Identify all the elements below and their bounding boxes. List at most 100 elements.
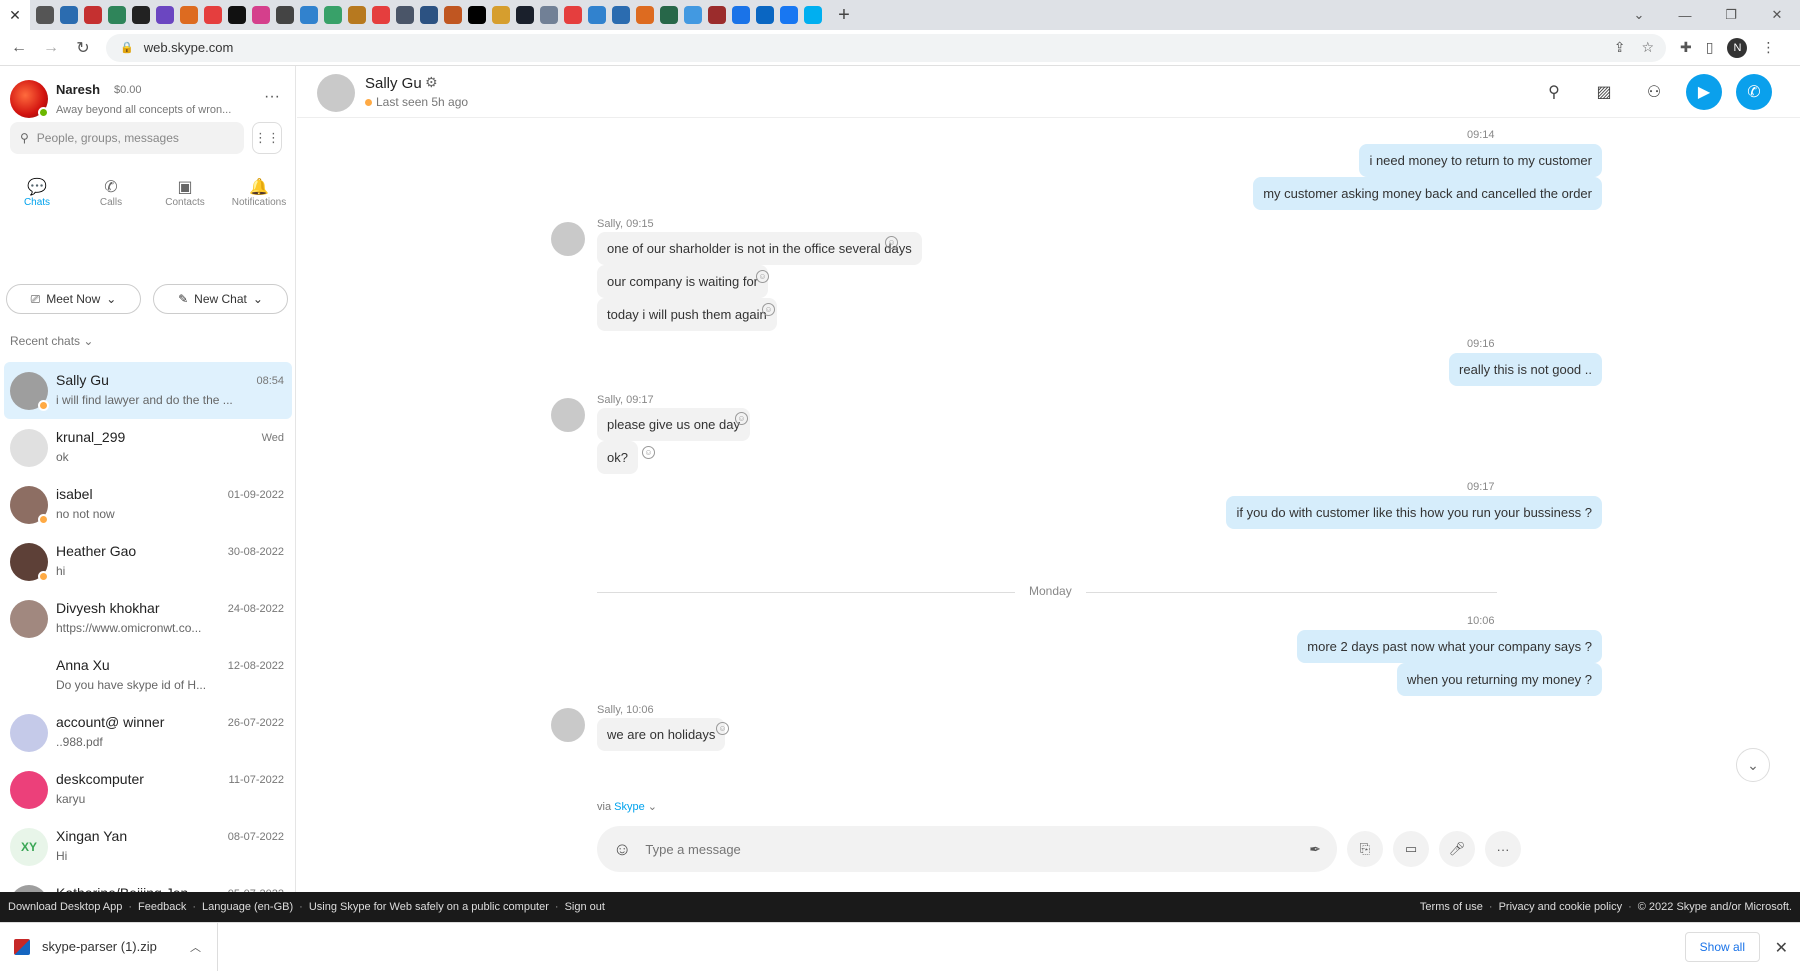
format-pen-icon[interactable]: ✒ bbox=[1309, 841, 1321, 858]
pinned-tab-icon[interactable] bbox=[252, 6, 270, 24]
pinned-tab-icon[interactable] bbox=[84, 6, 102, 24]
chevron-up-icon[interactable]: ︿ bbox=[190, 939, 201, 955]
tab-calls[interactable]: ✆ Calls bbox=[74, 170, 148, 214]
scroll-to-bottom-button[interactable]: ⌄ bbox=[1736, 748, 1770, 782]
microphone-button[interactable]: 🎤︎ bbox=[1439, 831, 1475, 867]
search-input[interactable]: ⚲ People, groups, messages bbox=[10, 122, 244, 154]
incoming-message[interactable]: one of our sharholder is not in the offi… bbox=[597, 232, 922, 265]
pinned-tab-icon[interactable] bbox=[420, 6, 438, 24]
tab-notifications[interactable]: 🔔 Notifications bbox=[222, 170, 295, 214]
pinned-tab-icon[interactable] bbox=[180, 6, 198, 24]
minimize-icon[interactable]: — bbox=[1662, 8, 1708, 23]
outgoing-message[interactable]: more 2 days past now what your company s… bbox=[1297, 630, 1602, 663]
chat-list-item[interactable]: Heather Gao hi 30-08-2022 bbox=[4, 533, 292, 590]
incoming-message[interactable]: today i will push them again bbox=[597, 298, 777, 331]
incoming-message[interactable]: please give us one day bbox=[597, 408, 750, 441]
tab-contacts[interactable]: ▣ Contacts bbox=[148, 170, 222, 214]
footer-link[interactable]: Terms of use bbox=[1420, 901, 1483, 913]
contact-avatar[interactable] bbox=[10, 885, 48, 892]
meet-now-button[interactable]: ⎚ Meet Now ⌄ bbox=[6, 284, 141, 314]
download-item[interactable]: skype-parser (1).zip ︿ bbox=[0, 922, 218, 971]
footer-link[interactable]: Sign out bbox=[565, 901, 605, 913]
sender-avatar[interactable] bbox=[551, 222, 585, 256]
video-call-button[interactable]: ▶ bbox=[1686, 74, 1722, 110]
more-options-button[interactable]: ··· bbox=[1485, 831, 1521, 867]
back-icon[interactable]: ← bbox=[6, 35, 32, 61]
extensions-icon[interactable]: ✚ bbox=[1680, 39, 1692, 56]
gallery-icon[interactable]: ▨ bbox=[1586, 74, 1622, 110]
profile-avatar[interactable]: N bbox=[1727, 37, 1748, 58]
pinned-tab-icon[interactable] bbox=[204, 6, 222, 24]
url-field[interactable]: 🔒 web.skype.com ⇪ ☆ bbox=[106, 33, 1666, 62]
chat-list-item[interactable]: Anna Xu Do you have skype id of H... 12-08… bbox=[4, 647, 292, 704]
contact-avatar[interactable] bbox=[10, 771, 48, 809]
pinned-tab-icon[interactable] bbox=[636, 6, 654, 24]
contact-avatar[interactable] bbox=[10, 600, 48, 638]
contact-avatar[interactable]: XY bbox=[10, 828, 48, 866]
tab-chats[interactable]: 💬 Chats bbox=[0, 170, 74, 214]
pinned-tab-icon[interactable] bbox=[348, 6, 366, 24]
pinned-tab-icon[interactable] bbox=[36, 6, 54, 24]
tab-search-icon[interactable]: ⌄ bbox=[1616, 7, 1662, 23]
message-input-box[interactable]: ☺ ✒ bbox=[597, 826, 1337, 872]
pinned-tab-icon[interactable] bbox=[132, 6, 150, 24]
pinned-tab-icon[interactable] bbox=[444, 6, 462, 24]
sender-avatar[interactable] bbox=[551, 398, 585, 432]
pinned-tab-icon[interactable] bbox=[684, 6, 702, 24]
pinned-tab-icon[interactable] bbox=[540, 6, 558, 24]
reload-icon[interactable]: ↻ bbox=[70, 35, 96, 61]
message-input[interactable] bbox=[645, 841, 1246, 857]
close-window-icon[interactable]: ✕ bbox=[1754, 7, 1800, 23]
chat-list-item[interactable]: krunal_299 ok Wed bbox=[4, 419, 292, 476]
reaction-smiley-icon[interactable]: ☺ bbox=[735, 412, 748, 425]
incoming-message[interactable]: we are on holidays bbox=[597, 718, 726, 751]
emoji-icon[interactable]: ☺ bbox=[613, 839, 631, 860]
chat-list-item[interactable]: Katherine/Beijing Jen...ok05-07-2022 bbox=[4, 875, 292, 892]
new-chat-button[interactable]: ✎ New Chat ⌄ bbox=[153, 284, 288, 314]
pinned-tab-icon[interactable] bbox=[324, 6, 342, 24]
pinned-tab-icon[interactable] bbox=[660, 6, 678, 24]
pinned-tab-icon[interactable] bbox=[372, 6, 390, 24]
new-tab-button[interactable]: + bbox=[832, 4, 856, 27]
contact-avatar[interactable] bbox=[10, 714, 48, 752]
chat-list-item[interactable]: Sally Gu i will find lawyer and do the th… bbox=[4, 362, 292, 419]
pinned-tab-icon[interactable] bbox=[108, 6, 126, 24]
contact-avatar[interactable] bbox=[10, 429, 48, 467]
show-all-button[interactable]: Show all bbox=[1684, 932, 1760, 962]
chat-list-item[interactable]: XY Xingan Yan Hi 08-07-2022 bbox=[4, 818, 292, 875]
bookmark-star-icon[interactable]: ☆ bbox=[1641, 39, 1654, 56]
contact-avatar[interactable] bbox=[317, 74, 355, 112]
contact-card-button[interactable]: ▭ bbox=[1393, 831, 1429, 867]
pinned-tab-icon[interactable] bbox=[756, 6, 774, 24]
outgoing-message[interactable]: if you do with customer like this how yo… bbox=[1226, 496, 1602, 529]
reaction-smiley-icon[interactable]: ☺ bbox=[642, 446, 655, 459]
pinned-tab-icon[interactable] bbox=[804, 6, 822, 24]
chat-list-item[interactable]: account@ winner ..988.pdf 26-07-2022 bbox=[4, 704, 292, 761]
footer-link[interactable]: Language (en-GB) bbox=[202, 901, 293, 913]
chat-list-item[interactable]: Divyesh khokhar https://www.omicronwt.co.… bbox=[4, 590, 292, 647]
skype-credit[interactable]: $0.00 bbox=[114, 84, 142, 96]
dialpad-icon[interactable]: ⋮⋮ bbox=[252, 122, 282, 154]
pinned-tab-icon[interactable] bbox=[228, 6, 246, 24]
footer-link[interactable]: Feedback bbox=[138, 901, 186, 913]
outgoing-message[interactable]: my customer asking money back and cancel… bbox=[1253, 177, 1602, 210]
audio-call-button[interactable]: ✆ bbox=[1736, 74, 1772, 110]
outgoing-message[interactable]: when you returning my money ? bbox=[1397, 663, 1602, 696]
reaction-smiley-icon[interactable]: ☺ bbox=[756, 270, 769, 283]
pinned-tab-icon[interactable] bbox=[492, 6, 510, 24]
footer-link[interactable]: Privacy and cookie policy bbox=[1499, 901, 1623, 913]
footer-link[interactable]: Download Desktop App bbox=[8, 901, 122, 913]
contact-avatar[interactable] bbox=[10, 657, 48, 695]
skype-link[interactable]: Skype bbox=[614, 801, 645, 813]
reaction-smiley-icon[interactable]: ☺ bbox=[716, 722, 729, 735]
footer-link[interactable]: Using Skype for Web safely on a public c… bbox=[309, 901, 549, 913]
share-icon[interactable]: ⇪ bbox=[1614, 39, 1626, 56]
pinned-tab-icon[interactable] bbox=[300, 6, 318, 24]
pinned-tab-icon[interactable] bbox=[588, 6, 606, 24]
close-downloads-icon[interactable]: ✕ bbox=[1775, 938, 1788, 958]
pinned-tab-icon[interactable] bbox=[732, 6, 750, 24]
reaction-smiley-icon[interactable]: ☺ bbox=[885, 236, 898, 249]
pinned-tab-icon[interactable] bbox=[564, 6, 582, 24]
maximize-icon[interactable]: ❐ bbox=[1708, 7, 1754, 23]
pinned-tab-icon[interactable] bbox=[468, 6, 486, 24]
